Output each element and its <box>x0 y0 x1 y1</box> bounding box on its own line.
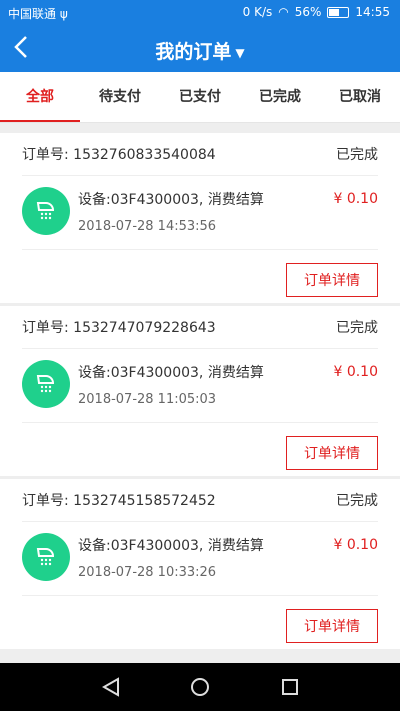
shower-icon <box>22 533 70 581</box>
order-header-row: 订单号: 1532760833540084 已完成 <box>22 133 378 176</box>
network-speed: 0 K/s <box>242 5 273 19</box>
order-status: 已完成 <box>336 320 378 336</box>
order-card: 订单号: 1532747079228643 已完成 设备:03F4300003,… <box>0 306 400 476</box>
battery-percent: 56% <box>294 5 322 19</box>
page-title-dropdown[interactable]: 我的订单 ▼ <box>0 37 400 64</box>
status-right: 0 K/s ◠ 56% 14:55 <box>243 5 390 19</box>
tab-completed[interactable]: 已完成 <box>240 72 320 122</box>
order-detail-button[interactable]: 订单详情 <box>286 609 378 643</box>
page-title: 我的订单 <box>155 41 232 63</box>
order-number: 订单号: 1532760833540084 <box>22 147 216 163</box>
tab-pending-payment[interactable]: 待支付 <box>80 72 160 122</box>
order-header-row: 订单号: 1532745158572452 已完成 <box>22 479 378 522</box>
divider <box>22 595 378 596</box>
device-info: 设备:03F4300003, 消费结算 <box>78 538 264 554</box>
order-detail-button[interactable]: 订单详情 <box>286 263 378 297</box>
wifi-icon: ◠ <box>278 5 289 19</box>
order-number: 订单号: 1532745158572452 <box>22 493 216 509</box>
order-price: ¥ 0.10 <box>333 191 378 207</box>
order-price: ¥ 0.10 <box>333 537 378 553</box>
divider <box>22 249 378 250</box>
status-bar: 中国联通 ψ 0 K/s ◠ 56% 14:55 <box>0 0 400 26</box>
app-header: 我的订单 ▼ <box>0 26 400 72</box>
shower-icon <box>22 360 70 408</box>
order-card: 订单号: 1532745158572452 已完成 设备:03F4300003,… <box>0 479 400 649</box>
order-price: ¥ 0.10 <box>333 364 378 380</box>
clock: 14:55 <box>355 5 390 19</box>
device-info: 设备:03F4300003, 消费结算 <box>78 365 264 381</box>
order-time: 2018-07-28 11:05:03 <box>78 392 217 407</box>
tab-all[interactable]: 全部 <box>0 72 80 122</box>
order-time: 2018-07-28 14:53:56 <box>78 219 217 234</box>
nav-home-icon[interactable] <box>189 676 211 698</box>
caret-down-icon: ▼ <box>235 45 245 60</box>
system-nav-bar <box>0 663 400 711</box>
order-tabs: 全部 待支付 已支付 已完成 已取消 <box>0 72 400 123</box>
divider <box>22 422 378 423</box>
device-info: 设备:03F4300003, 消费结算 <box>78 192 264 208</box>
order-status: 已完成 <box>336 147 378 163</box>
order-time: 2018-07-28 10:33:26 <box>78 565 217 580</box>
order-card: 订单号: 1532760833540084 已完成 设备:03F4300003,… <box>0 133 400 303</box>
nav-recents-icon[interactable] <box>279 676 301 698</box>
tab-cancelled[interactable]: 已取消 <box>320 72 400 122</box>
carrier-label: 中国联通 ψ <box>8 7 68 21</box>
order-number: 订单号: 1532747079228643 <box>22 320 216 336</box>
battery-icon <box>327 6 350 18</box>
order-header-row: 订单号: 1532747079228643 已完成 <box>22 306 378 349</box>
nav-back-icon[interactable] <box>100 676 122 698</box>
order-detail-button[interactable]: 订单详情 <box>286 436 378 470</box>
order-status: 已完成 <box>336 493 378 509</box>
tab-paid[interactable]: 已支付 <box>160 72 240 122</box>
shower-icon <box>22 187 70 235</box>
